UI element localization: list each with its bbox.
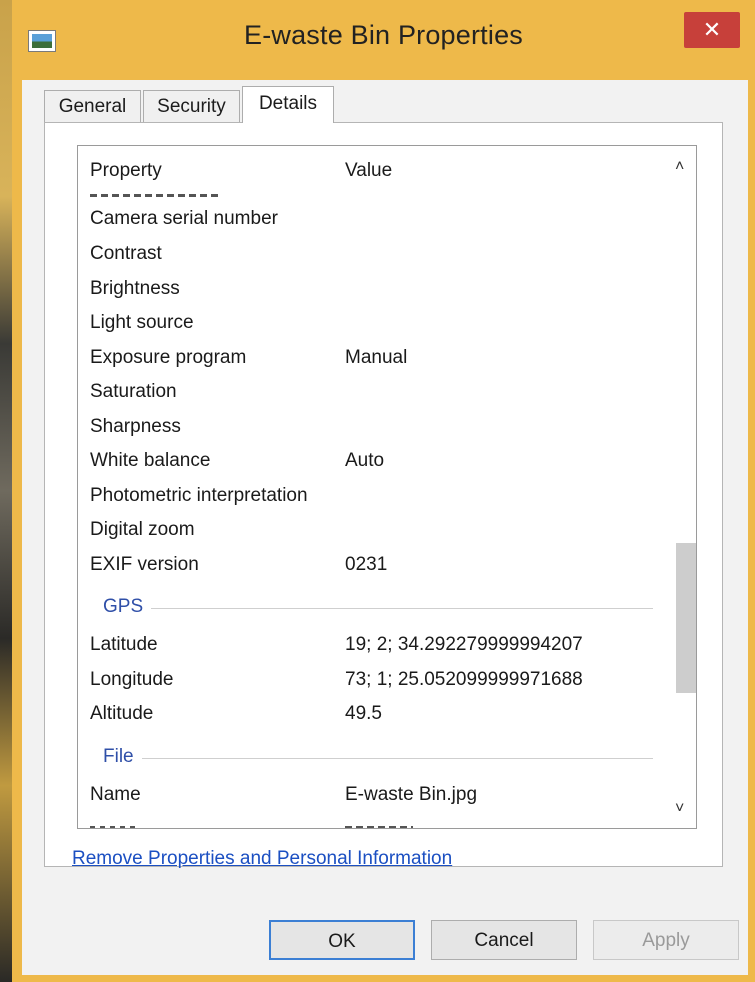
close-button[interactable]: ✕ [684,12,740,48]
scroll-down-arrow-icon[interactable]: ˅ [675,800,684,818]
tab-general[interactable]: General [44,90,141,122]
property-value: 49.5 [345,703,382,724]
property-name: Brightness [90,278,180,299]
list-item[interactable]: Brightness [90,278,660,308]
list-item[interactable]: White balance Auto [90,450,660,480]
property-name: Photometric interpretation [90,485,308,506]
property-name: Exposure program [90,347,247,368]
scrollbar-thumb[interactable] [676,543,696,693]
dialog-client-area: General Security Details Property Value … [22,80,748,975]
property-name: Saturation [90,381,177,402]
details-panel: Property Value ˄ ˅ Camera serial number … [44,122,723,867]
properties-dialog: E-waste Bin Properties ✕ General Securit… [12,0,755,982]
clipped-row-remnant [345,826,413,828]
list-item[interactable]: Sharpness [90,416,660,446]
property-name: Digital zoom [90,519,195,540]
list-item[interactable]: Contrast [90,243,660,273]
property-value: E-waste Bin.jpg [345,784,478,805]
group-header-gps[interactable]: GPS [103,596,653,620]
remove-properties-link[interactable]: Remove Properties and Personal Informati… [72,848,452,870]
apply-button[interactable]: Apply [593,920,739,960]
property-value: 73; 1; 25.052099999971688 [345,669,583,690]
list-item[interactable]: Longitude 73; 1; 25.052099999971688 [90,669,660,699]
list-item[interactable]: Saturation [90,381,660,411]
list-item[interactable]: Exposure program Manual [90,347,660,377]
property-name: Sharpness [90,416,181,437]
list-item[interactable]: Latitude 19; 2; 34.292279999994207 [90,634,660,664]
list-item[interactable]: Altitude 49.5 [90,703,660,733]
list-item[interactable]: Digital zoom [90,519,660,549]
scroll-up-arrow-icon[interactable]: ˄ [675,158,684,176]
list-item[interactable]: Camera serial number [90,208,660,238]
clipped-row-remnant [90,194,220,197]
property-name: Latitude [90,634,158,655]
cancel-button[interactable]: Cancel [431,920,577,960]
property-name: Altitude [90,703,154,724]
column-header-property[interactable]: Property [90,160,162,182]
property-value: 19; 2; 34.292279999994207 [345,634,583,655]
list-item[interactable]: Light source [90,312,660,342]
group-header-file[interactable]: File [103,746,653,770]
group-label: GPS [103,596,152,618]
tab-security[interactable]: Security [143,90,240,122]
property-name: Light source [90,312,194,333]
title-bar[interactable]: E-waste Bin Properties ✕ [12,0,755,80]
property-value: Auto [345,450,385,471]
background-photo-edge [0,0,12,982]
property-name: White balance [90,450,211,471]
clipped-row-remnant [90,826,138,828]
property-name: Camera serial number [90,208,278,229]
property-value: Manual [345,347,408,368]
group-divider [103,608,653,609]
column-header-value[interactable]: Value [345,160,392,182]
property-value: 0231 [345,554,388,575]
list-item[interactable]: EXIF version 0231 [90,554,660,584]
property-name: Contrast [90,243,162,264]
group-divider [103,758,653,759]
property-list[interactable]: Property Value ˄ ˅ Camera serial number … [77,145,697,829]
list-item[interactable]: Name E-waste Bin.jpg [90,784,660,814]
property-name: EXIF version [90,554,199,575]
list-item[interactable]: Photometric interpretation [90,485,660,515]
window-title: E-waste Bin Properties [243,20,523,50]
group-label: File [103,746,142,768]
property-name: Longitude [90,669,174,690]
property-name: Name [90,784,141,805]
tab-details[interactable]: Details [242,86,334,123]
ok-button[interactable]: OK [269,920,415,960]
